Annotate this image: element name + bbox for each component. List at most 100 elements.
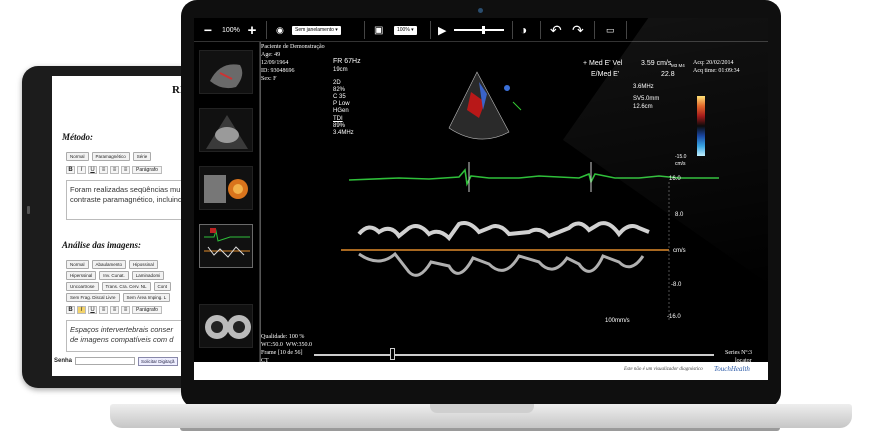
analise-button[interactable]: Inv. Cunat.	[99, 271, 129, 280]
scale-unit: cm/s	[673, 248, 686, 254]
color-scale-bar	[697, 96, 705, 156]
toolbar-divider	[540, 21, 541, 39]
zoom-out-icon[interactable]: −	[202, 18, 214, 42]
toolbar-divider	[594, 21, 595, 39]
analise-button[interactable]: Uncoartrose	[66, 282, 99, 291]
laptop-foot	[180, 428, 780, 431]
window-center-width: WC:50.0 WW:350.0	[261, 342, 312, 348]
viewer-footer: Este não é um visualizador diagnóstico T…	[194, 362, 768, 380]
align-center-icon[interactable]: ≡	[110, 166, 119, 174]
folder-icon[interactable]: ▭	[606, 18, 615, 42]
ultrasound-thumbnail-image	[204, 175, 248, 203]
align-right-icon[interactable]: ≡	[121, 306, 130, 314]
analise-button[interactable]: Normal	[66, 260, 89, 269]
zoom-select-label: 100%	[397, 27, 410, 33]
windowing-select-value[interactable]: Sem janelamento ▾	[292, 25, 341, 35]
frame-counter: Frame [10 de 56]	[261, 350, 303, 356]
cine-slider-track	[454, 26, 504, 34]
2d-settings: 2D 82% C 35 P Low HGen	[333, 80, 350, 114]
analise-button[interactable]: Sem Área Imping. L	[122, 293, 171, 302]
med-vel-label: + Med E' Vel	[583, 60, 623, 67]
align-left-icon[interactable]: ≡	[99, 166, 108, 174]
colorbar-mode: M3 M4	[671, 63, 685, 68]
dicom-viewer-screen: − 100% + ◉ Sem janelamento ▾ ▣ 100% ▾ ▶ …	[194, 18, 768, 380]
analise-button[interactable]: Sem Frag. Discal Livre	[66, 293, 120, 302]
patient-dob: 12/09/1964	[261, 60, 289, 66]
viewer-toolbar: − 100% + ◉ Sem janelamento ▾ ▣ 100% ▾ ▶ …	[194, 18, 768, 42]
scale-tick: -8.0	[671, 282, 682, 288]
tablet-home-button	[27, 206, 30, 214]
italic-button[interactable]: I	[77, 306, 86, 314]
series-thumbnail-selected[interactable]	[199, 224, 253, 268]
undo-icon[interactable]: ↶	[550, 18, 562, 42]
depth: 19cm	[333, 67, 348, 73]
text-format-toolbar: B I U ≡ ≡ ≡ Parágrafo	[66, 166, 162, 174]
med-vel-value: 3.59 cm/s	[641, 60, 672, 67]
zoom-select[interactable]: 100% ▾	[394, 18, 417, 42]
redo-icon[interactable]: ↷	[572, 18, 584, 42]
senha-input[interactable]	[75, 357, 136, 365]
analise-button[interactable]: Trans. Cra. Cerv. NL	[101, 282, 151, 291]
scale-tick: 16.0	[669, 176, 681, 182]
tdi-label: TDI	[333, 116, 343, 122]
zoom-select-value[interactable]: 100% ▾	[394, 25, 417, 35]
series-thumbnail[interactable]	[199, 166, 253, 210]
patient-age: Age: 49	[261, 52, 281, 58]
frame-slider-track[interactable]	[314, 354, 714, 356]
analise-button[interactable]: Abaulamento	[91, 260, 127, 269]
frame-rate: FR 67Hz	[333, 58, 361, 65]
paragraph-select[interactable]: Parágrafo	[132, 166, 162, 174]
frame-slider-thumb[interactable]	[390, 348, 395, 360]
analise-heading: Análise das imagens:	[62, 240, 142, 250]
image-viewport[interactable]: Paciente de Demonstração Age: 49 12/09/1…	[261, 42, 768, 380]
windowing-icon[interactable]: ◉	[276, 18, 284, 42]
paragraph-select[interactable]: Parágrafo	[132, 306, 162, 314]
align-center-icon[interactable]: ≡	[110, 306, 119, 314]
cine-slider-thumb[interactable]	[482, 26, 485, 34]
invert-contrast-icon[interactable]: ◑	[520, 18, 527, 42]
bold-button[interactable]: B	[66, 306, 75, 314]
play-icon[interactable]: ▶	[438, 18, 446, 42]
toolbar-divider	[512, 21, 513, 39]
template-paramagnetico-button[interactable]: Paramagnético	[91, 152, 130, 161]
colorbar-min: -15.0	[675, 154, 687, 160]
scale-tick: 8.0	[675, 212, 684, 218]
doppler-spectrum-upper	[357, 221, 650, 242]
screenshot-icon[interactable]: ▣	[374, 18, 383, 42]
italic-button[interactable]: I	[77, 166, 86, 174]
analise-button[interactable]: Cont	[153, 282, 172, 291]
series-thumbnail[interactable]	[199, 304, 253, 348]
toolbar-divider	[626, 21, 627, 39]
bold-button[interactable]: B	[66, 166, 75, 174]
e-med-label: E/Med E'	[591, 71, 620, 78]
analise-button[interactable]: Hiperssinal	[66, 271, 97, 280]
analise-button[interactable]: Hipossinal	[129, 260, 158, 269]
acquisition-date: Acq: 20/02/2014	[693, 60, 734, 66]
metodo-heading: Método:	[62, 132, 93, 142]
touchhealth-logo: TouchHealth	[714, 365, 750, 373]
non-diagnostic-disclaimer: Este não é um visualizador diagnóstico	[624, 367, 703, 372]
sample-volume-depth: 12.6cm	[633, 104, 653, 110]
solicitar-digitacao-button[interactable]: Solicitar Digitaçã	[138, 356, 178, 366]
align-right-icon[interactable]: ≡	[121, 166, 130, 174]
series-thumbnail[interactable]	[199, 108, 253, 152]
windowing-select[interactable]: Sem janelamento ▾	[292, 18, 341, 42]
underline-button[interactable]: U	[88, 166, 97, 174]
acquisition-time: Acq time: 01:09:34	[693, 68, 740, 74]
underline-button[interactable]: U	[88, 306, 97, 314]
analise-button[interactable]: Laminadomi	[131, 271, 165, 280]
align-left-icon[interactable]: ≡	[99, 306, 108, 314]
echo-doppler-thumbnail-image	[204, 228, 250, 258]
series-thumbnail-list	[194, 42, 260, 380]
analise-buttons-row: Normal Abaulamento Hipossinal	[66, 260, 158, 269]
template-serie-button[interactable]: Série	[132, 152, 152, 161]
cine-speed-slider[interactable]	[454, 18, 504, 42]
windowing-select-label: Sem janelamento	[295, 27, 334, 33]
series-thumbnail[interactable]	[199, 50, 253, 94]
echo-scan-image	[339, 52, 747, 332]
ecg-trace	[348, 168, 719, 187]
template-normal-button[interactable]: Normal	[66, 152, 89, 161]
toolbar-divider	[266, 21, 267, 39]
zoom-in-icon[interactable]: +	[246, 18, 258, 42]
ultrasound-thumbnail-image	[205, 315, 251, 339]
